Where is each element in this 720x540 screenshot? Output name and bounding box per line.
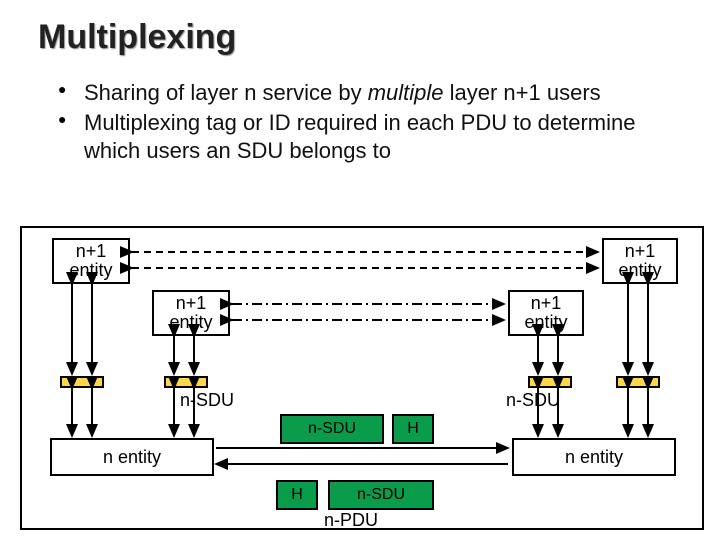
label-nsdu-left: n-SDU: [180, 390, 234, 411]
label-np1-c: n+1 entity: [618, 242, 661, 280]
bullet-2-text: Multiplexing tag or ID required in each …: [84, 110, 636, 163]
sap-bar-1: [60, 376, 104, 388]
bullet-1-em: multiple: [368, 80, 444, 105]
green-h-bottom: H: [276, 480, 318, 510]
bullet-list: Sharing of layer n service by multiple l…: [0, 57, 720, 165]
green-h-top-label: H: [407, 420, 419, 438]
green-nsdu-top: n-SDU: [280, 414, 384, 444]
green-nsdu-bottom: n-SDU: [328, 480, 434, 510]
box-np1-left-b: n+1 entity: [152, 290, 230, 336]
label-npdu: n-PDU: [324, 510, 378, 531]
box-np1-left-a: n+1 entity: [52, 238, 130, 284]
label-np1-b: n+1 entity: [169, 294, 212, 332]
label-np1-d: n+1 entity: [524, 294, 567, 332]
slide-title: Multiplexing: [0, 0, 720, 57]
label-n-entity-left: n entity: [103, 448, 161, 467]
diagram-container: n+1 entity n+1 entity n+1 entity n+1 ent…: [20, 226, 704, 530]
green-h-bottom-label: H: [291, 486, 303, 504]
sap-bar-3: [528, 376, 572, 388]
sap-bar-2: [164, 376, 208, 388]
green-nsdu-top-label: n-SDU: [308, 420, 356, 438]
label-np1-a: n+1 entity: [69, 242, 112, 280]
label-n-entity-right: n entity: [565, 448, 623, 467]
bullet-2: Multiplexing tag or ID required in each …: [58, 109, 690, 165]
bullet-1-post: layer n+1 users: [444, 80, 601, 105]
bullet-1: Sharing of layer n service by multiple l…: [58, 79, 690, 107]
green-nsdu-bottom-label: n-SDU: [357, 486, 405, 504]
bullet-1-pre: Sharing of layer n service by: [84, 80, 368, 105]
green-h-top: H: [392, 414, 434, 444]
box-n-entity-left: n entity: [50, 438, 214, 476]
box-np1-right-a: n+1 entity: [602, 238, 678, 284]
box-np1-right-b: n+1 entity: [508, 290, 584, 336]
label-nsdu-right: n-SDU: [506, 390, 560, 411]
sap-bar-4: [616, 376, 660, 388]
box-n-entity-right: n entity: [512, 438, 676, 476]
